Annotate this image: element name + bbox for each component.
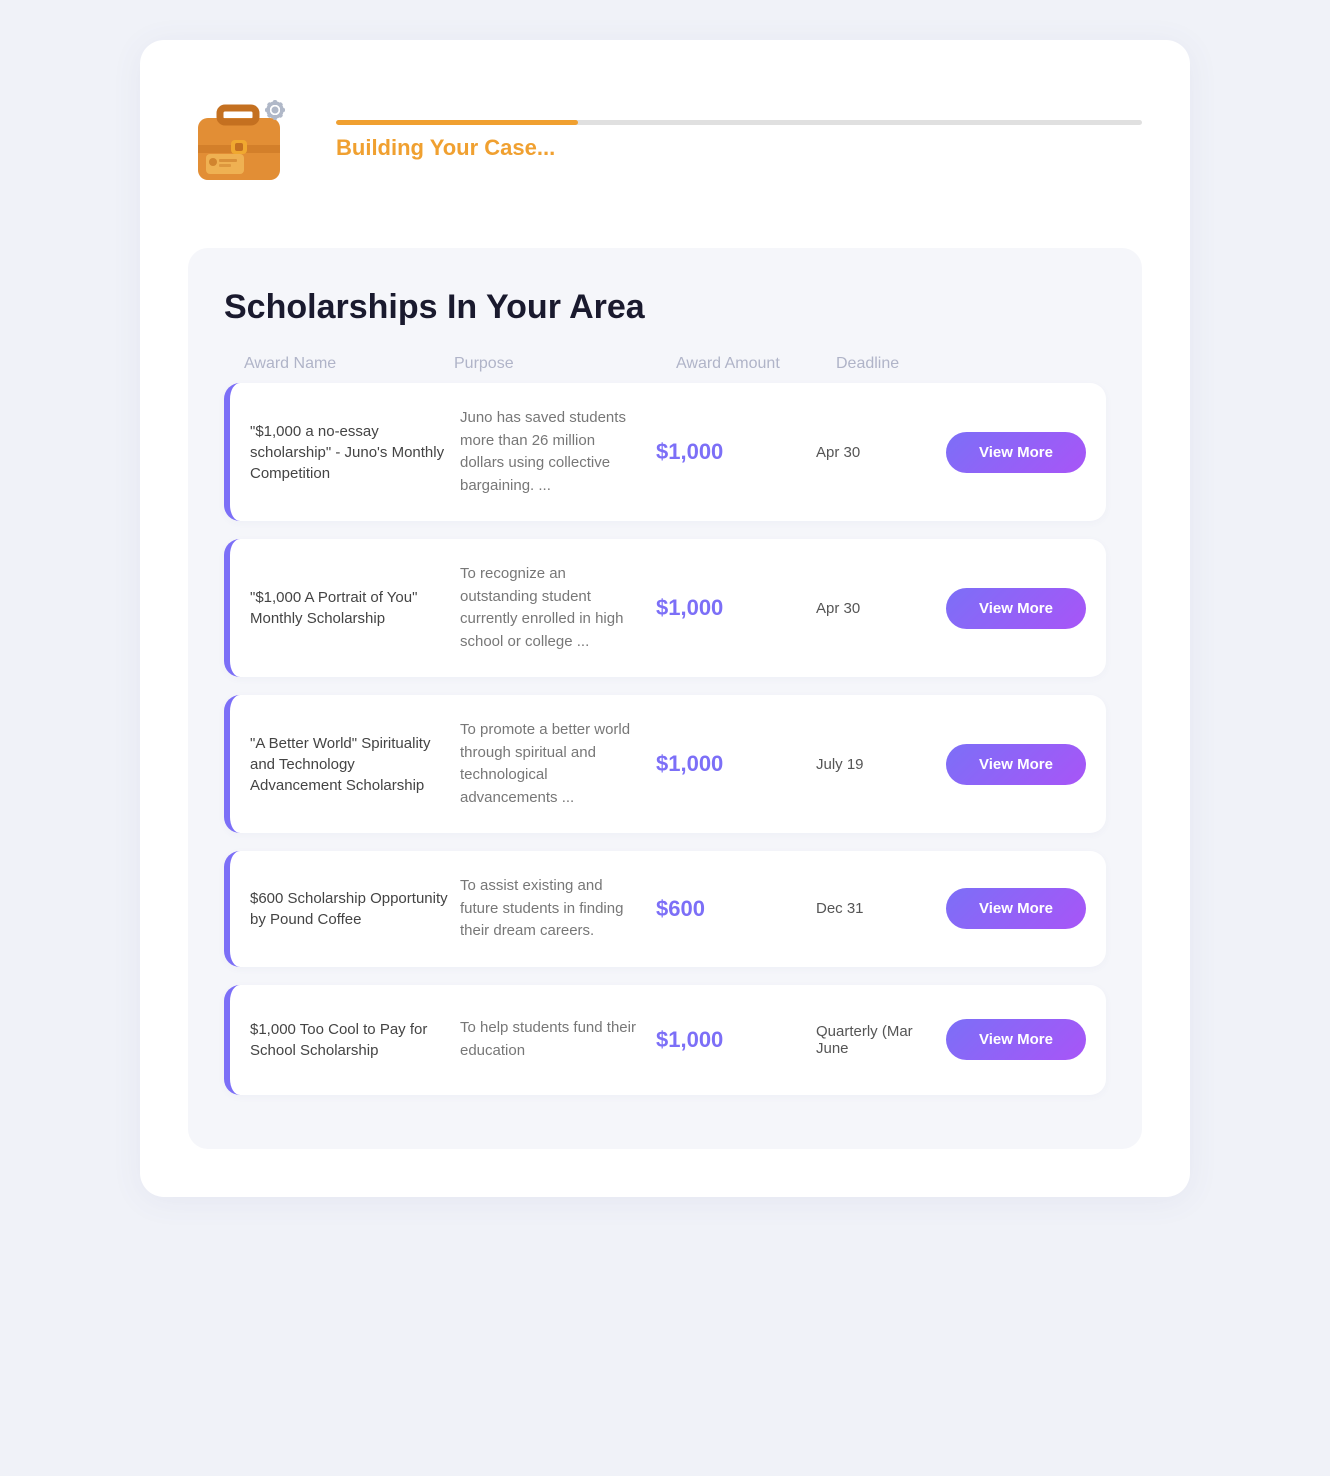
award-name-cell: "$1,000 a no-essay scholarship" - Juno's… [250,421,460,484]
award-name-cell: $600 Scholarship Opportunity by Pound Co… [250,888,460,930]
deadline-cell: July 19 [816,756,946,773]
progress-bar-container [336,120,1142,125]
purpose-cell: To promote a better world through spirit… [460,719,656,809]
building-label: Building Your Case... [336,135,1142,161]
header-text-area: Building Your Case... [336,120,1142,161]
deadline-cell: Apr 30 [816,444,946,461]
amount-cell: $1,000 [656,595,816,621]
view-more-button[interactable]: View More [946,432,1086,473]
view-more-button[interactable]: View More [946,744,1086,785]
view-more-button[interactable]: View More [946,888,1086,929]
col-purpose: Purpose [454,355,676,373]
table-row: "$1,000 a no-essay scholarship" - Juno's… [224,383,1106,521]
table-row: $600 Scholarship Opportunity by Pound Co… [224,851,1106,967]
view-more-button[interactable]: View More [946,1019,1086,1060]
amount-cell: $1,000 [656,1027,816,1053]
main-card: Scholarships In Your Area Award Name Pur… [188,248,1142,1149]
amount-cell: $1,000 [656,439,816,465]
header-icon [188,80,308,200]
section-title: Scholarships In Your Area [224,288,1106,327]
table-row: "$1,000 A Portrait of You" Monthly Schol… [224,539,1106,677]
amount-cell: $600 [656,896,816,922]
table-row: "A Better World" Spirituality and Techno… [224,695,1106,833]
table-row: $1,000 Too Cool to Pay for School Schola… [224,985,1106,1095]
purpose-cell: To help students fund their education [460,1017,656,1062]
rows-container: "$1,000 a no-essay scholarship" - Juno's… [224,383,1106,1095]
table-header: Award Name Purpose Award Amount Deadline [224,355,1106,383]
award-name-cell: "A Better World" Spirituality and Techno… [250,733,460,796]
outer-card: Building Your Case... Scholarships In Yo… [140,40,1190,1197]
purpose-cell: To assist existing and future students i… [460,875,656,943]
header-section: Building Your Case... [188,80,1142,200]
purpose-cell: To recognize an outstanding student curr… [460,563,656,653]
deadline-cell: Apr 30 [816,600,946,617]
briefcase-gear-icon [188,80,308,200]
deadline-cell: Quarterly (Mar June [816,1023,946,1057]
progress-bar-fill [336,120,578,125]
view-more-button[interactable]: View More [946,588,1086,629]
deadline-cell: Dec 31 [816,900,946,917]
award-name-cell: "$1,000 A Portrait of You" Monthly Schol… [250,587,460,629]
col-deadline: Deadline [836,355,966,373]
award-name-cell: $1,000 Too Cool to Pay for School Schola… [250,1019,460,1061]
purpose-cell: Juno has saved students more than 26 mil… [460,407,656,497]
amount-cell: $1,000 [656,751,816,777]
col-award-amount: Award Amount [676,355,836,373]
col-award-name: Award Name [244,355,454,373]
